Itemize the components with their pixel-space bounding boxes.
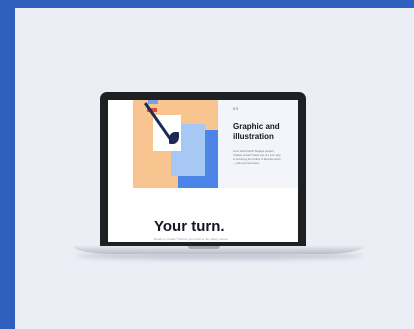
art-band-shape bbox=[148, 100, 158, 104]
laptop-screen: 03 Graphic and illustration From self-Po… bbox=[108, 100, 298, 242]
section-subtext: Ready to create? Submit your work to the… bbox=[154, 237, 229, 241]
illustration-artwork bbox=[133, 100, 218, 188]
card-number: 03 bbox=[233, 106, 239, 111]
section-heading: Your turn. bbox=[154, 218, 225, 235]
laptop-notch bbox=[188, 246, 220, 249]
card-description: From self-Portrait? Engage people? Creat… bbox=[233, 150, 281, 165]
card-title: Graphic and illustration bbox=[233, 122, 280, 141]
